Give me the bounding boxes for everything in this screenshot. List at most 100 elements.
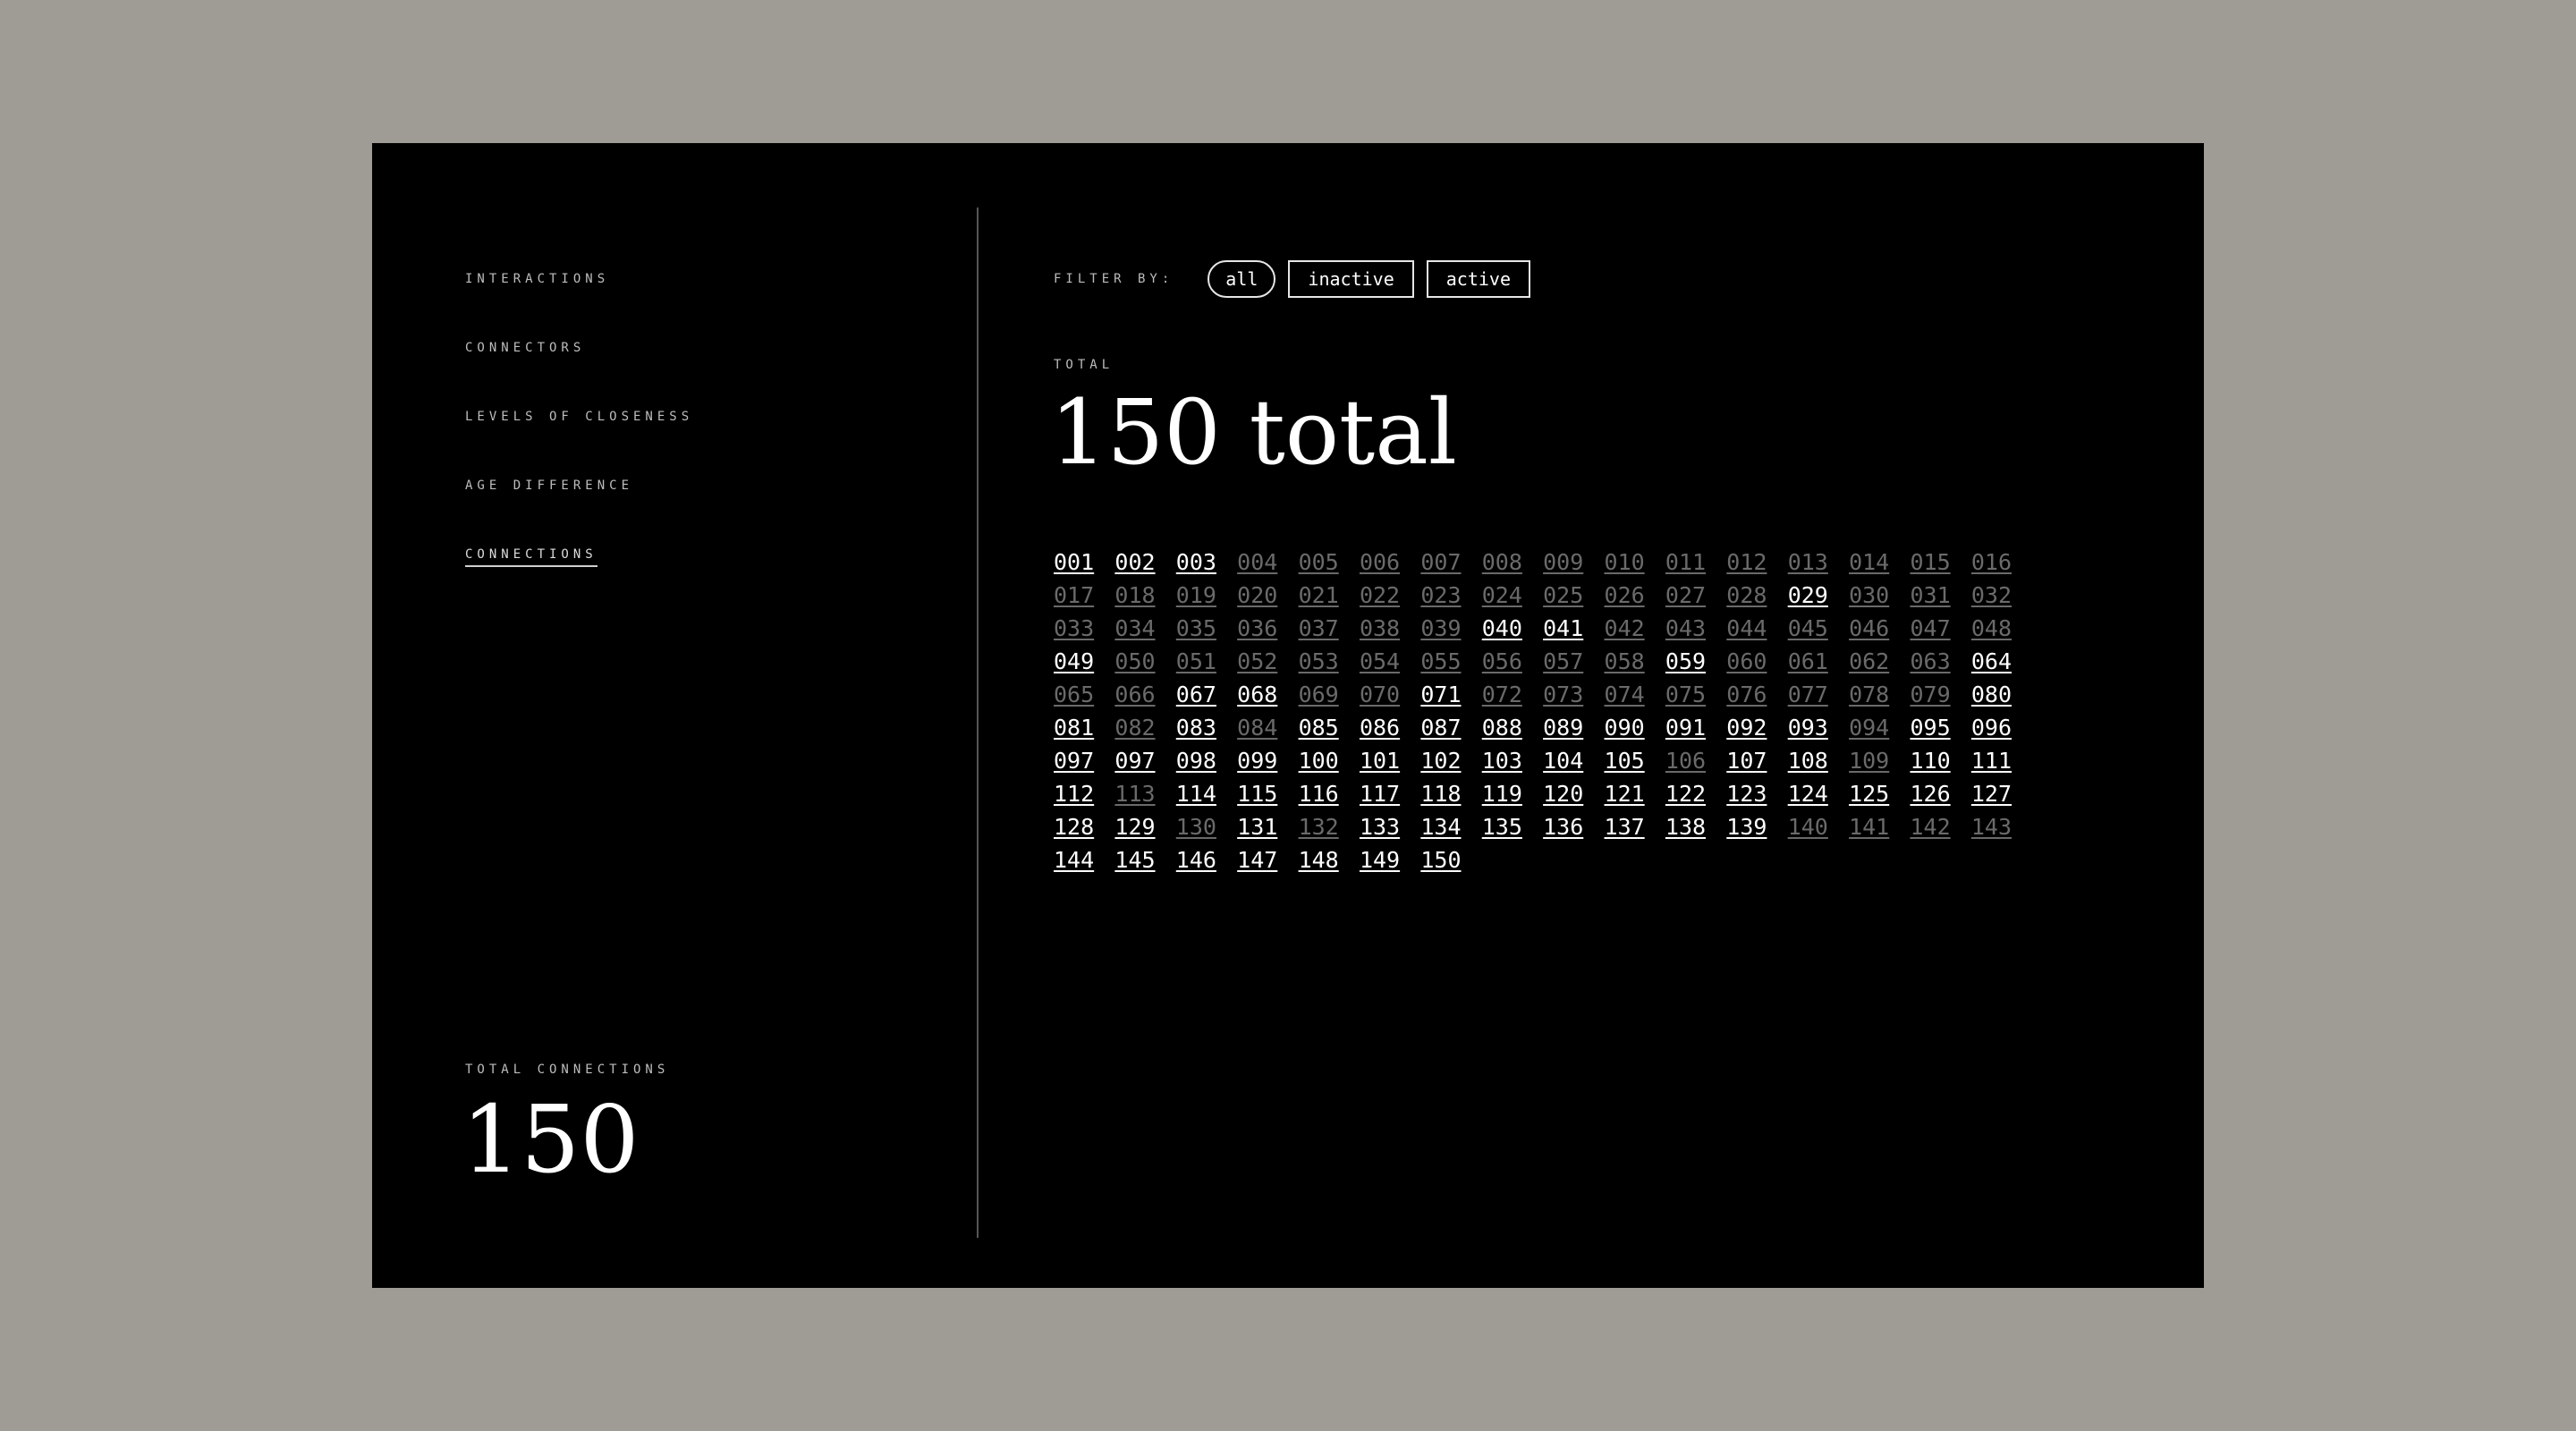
connection-link[interactable]: 120 bbox=[1543, 781, 1604, 814]
connection-link[interactable]: 123 bbox=[1726, 781, 1787, 814]
connection-link[interactable]: 043 bbox=[1665, 615, 1726, 648]
connection-link[interactable]: 102 bbox=[1420, 748, 1481, 781]
connection-link[interactable]: 075 bbox=[1665, 682, 1726, 715]
connection-link[interactable]: 001 bbox=[1054, 549, 1114, 582]
connection-link[interactable]: 064 bbox=[1971, 648, 2032, 682]
connection-link[interactable]: 106 bbox=[1665, 748, 1726, 781]
connection-link[interactable]: 099 bbox=[1237, 748, 1298, 781]
connection-link[interactable]: 023 bbox=[1420, 582, 1481, 615]
connection-link[interactable]: 146 bbox=[1176, 847, 1237, 880]
connection-link[interactable]: 013 bbox=[1788, 549, 1849, 582]
connection-link[interactable]: 114 bbox=[1176, 781, 1237, 814]
connection-link[interactable]: 004 bbox=[1237, 549, 1298, 582]
connection-link[interactable]: 105 bbox=[1605, 748, 1665, 781]
connection-link[interactable]: 002 bbox=[1114, 549, 1175, 582]
connection-link[interactable]: 095 bbox=[1910, 715, 1970, 748]
connection-link[interactable]: 009 bbox=[1543, 549, 1604, 582]
connection-link[interactable]: 117 bbox=[1360, 781, 1420, 814]
connection-link[interactable]: 131 bbox=[1237, 814, 1298, 847]
connection-link[interactable]: 055 bbox=[1420, 648, 1481, 682]
connection-link[interactable]: 081 bbox=[1054, 715, 1114, 748]
connection-link[interactable]: 100 bbox=[1299, 748, 1360, 781]
connection-link[interactable]: 125 bbox=[1849, 781, 1910, 814]
connection-link[interactable]: 025 bbox=[1543, 582, 1604, 615]
connection-link[interactable]: 074 bbox=[1605, 682, 1665, 715]
connection-link[interactable]: 110 bbox=[1910, 748, 1970, 781]
connection-link[interactable]: 059 bbox=[1665, 648, 1726, 682]
connection-link[interactable]: 008 bbox=[1482, 549, 1543, 582]
connection-link[interactable]: 136 bbox=[1543, 814, 1604, 847]
connection-link[interactable]: 090 bbox=[1605, 715, 1665, 748]
connection-link[interactable]: 024 bbox=[1482, 582, 1543, 615]
connection-link[interactable]: 089 bbox=[1543, 715, 1604, 748]
connection-link[interactable]: 097 bbox=[1114, 748, 1175, 781]
connection-link[interactable]: 010 bbox=[1605, 549, 1665, 582]
connection-link[interactable]: 113 bbox=[1114, 781, 1175, 814]
connection-link[interactable]: 062 bbox=[1849, 648, 1910, 682]
connection-link[interactable]: 093 bbox=[1788, 715, 1849, 748]
connection-link[interactable]: 048 bbox=[1971, 615, 2032, 648]
connection-link[interactable]: 060 bbox=[1726, 648, 1787, 682]
connection-link[interactable]: 058 bbox=[1605, 648, 1665, 682]
connection-link[interactable]: 109 bbox=[1849, 748, 1910, 781]
connection-link[interactable]: 044 bbox=[1726, 615, 1787, 648]
connection-link[interactable]: 065 bbox=[1054, 682, 1114, 715]
connection-link[interactable]: 006 bbox=[1360, 549, 1420, 582]
connection-link[interactable]: 050 bbox=[1114, 648, 1175, 682]
connection-link[interactable]: 135 bbox=[1482, 814, 1543, 847]
connection-link[interactable]: 096 bbox=[1971, 715, 2032, 748]
connection-link[interactable]: 053 bbox=[1299, 648, 1360, 682]
connection-link[interactable]: 124 bbox=[1788, 781, 1849, 814]
connection-link[interactable]: 140 bbox=[1788, 814, 1849, 847]
connection-link[interactable]: 020 bbox=[1237, 582, 1298, 615]
connection-link[interactable]: 091 bbox=[1665, 715, 1726, 748]
connection-link[interactable]: 094 bbox=[1849, 715, 1910, 748]
connection-link[interactable]: 035 bbox=[1176, 615, 1237, 648]
connection-link[interactable]: 077 bbox=[1788, 682, 1849, 715]
connection-link[interactable]: 005 bbox=[1299, 549, 1360, 582]
connection-link[interactable]: 026 bbox=[1605, 582, 1665, 615]
connection-link[interactable]: 115 bbox=[1237, 781, 1298, 814]
connection-link[interactable]: 034 bbox=[1114, 615, 1175, 648]
connection-link[interactable]: 087 bbox=[1420, 715, 1481, 748]
connection-link[interactable]: 134 bbox=[1420, 814, 1481, 847]
connection-link[interactable]: 122 bbox=[1665, 781, 1726, 814]
connection-link[interactable]: 011 bbox=[1665, 549, 1726, 582]
connection-link[interactable]: 149 bbox=[1360, 847, 1420, 880]
connection-link[interactable]: 097 bbox=[1054, 748, 1114, 781]
connection-link[interactable]: 029 bbox=[1788, 582, 1849, 615]
connection-link[interactable]: 028 bbox=[1726, 582, 1787, 615]
connection-link[interactable]: 046 bbox=[1849, 615, 1910, 648]
connection-link[interactable]: 033 bbox=[1054, 615, 1114, 648]
connection-link[interactable]: 066 bbox=[1114, 682, 1175, 715]
connection-link[interactable]: 042 bbox=[1605, 615, 1665, 648]
connection-link[interactable]: 076 bbox=[1726, 682, 1787, 715]
connection-link[interactable]: 016 bbox=[1971, 549, 2032, 582]
connection-link[interactable]: 143 bbox=[1971, 814, 2032, 847]
connection-link[interactable]: 015 bbox=[1910, 549, 1970, 582]
connection-link[interactable]: 141 bbox=[1849, 814, 1910, 847]
connection-link[interactable]: 130 bbox=[1176, 814, 1237, 847]
connection-link[interactable]: 031 bbox=[1910, 582, 1970, 615]
connection-link[interactable]: 063 bbox=[1910, 648, 1970, 682]
connection-link[interactable]: 137 bbox=[1605, 814, 1665, 847]
connection-link[interactable]: 041 bbox=[1543, 615, 1604, 648]
connection-link[interactable]: 052 bbox=[1237, 648, 1298, 682]
connection-link[interactable]: 128 bbox=[1054, 814, 1114, 847]
connection-link[interactable]: 145 bbox=[1114, 847, 1175, 880]
filter-all-button[interactable]: all bbox=[1208, 260, 1276, 298]
connection-link[interactable]: 132 bbox=[1299, 814, 1360, 847]
filter-inactive-button[interactable]: inactive bbox=[1288, 260, 1414, 298]
connection-link[interactable]: 098 bbox=[1176, 748, 1237, 781]
connection-link[interactable]: 003 bbox=[1176, 549, 1237, 582]
connection-link[interactable]: 107 bbox=[1726, 748, 1787, 781]
connection-link[interactable]: 119 bbox=[1482, 781, 1543, 814]
connection-link[interactable]: 084 bbox=[1237, 715, 1298, 748]
connection-link[interactable]: 127 bbox=[1971, 781, 2032, 814]
connection-link[interactable]: 103 bbox=[1482, 748, 1543, 781]
connection-link[interactable]: 014 bbox=[1849, 549, 1910, 582]
connection-link[interactable]: 133 bbox=[1360, 814, 1420, 847]
connection-link[interactable]: 017 bbox=[1054, 582, 1114, 615]
connection-link[interactable]: 086 bbox=[1360, 715, 1420, 748]
connection-link[interactable]: 012 bbox=[1726, 549, 1787, 582]
